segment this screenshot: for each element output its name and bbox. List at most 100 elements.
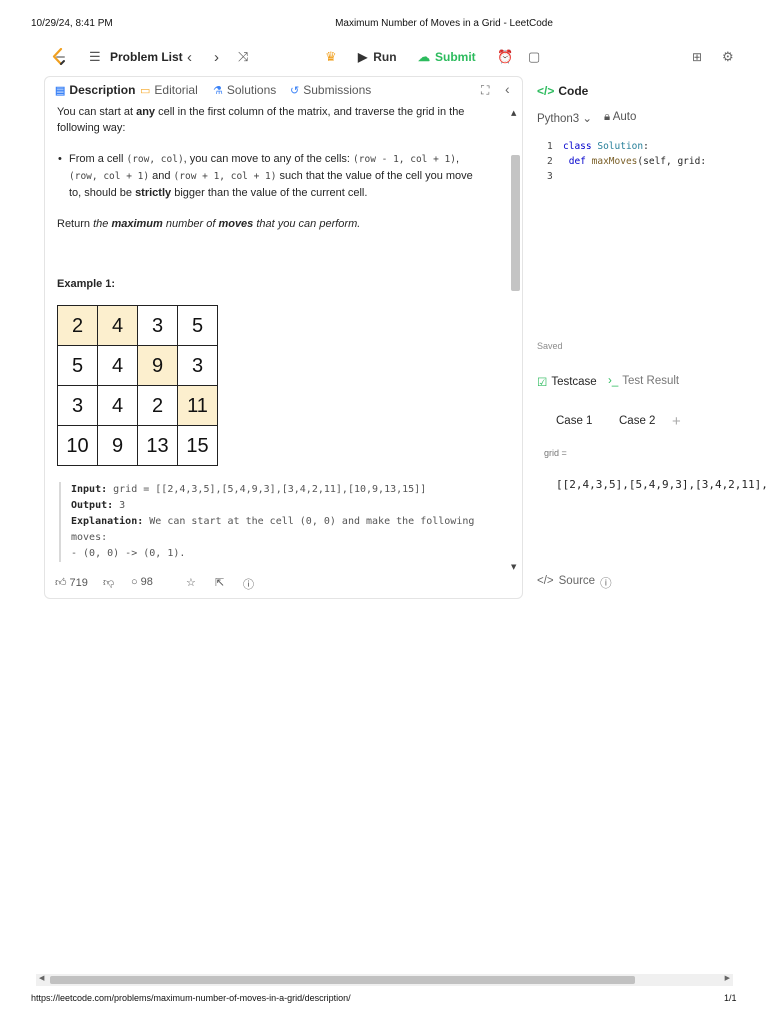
premium-icon[interactable]: ♛: [325, 44, 337, 70]
auto-toggle[interactable]: 🔒︎ Auto: [604, 111, 636, 124]
horizontal-scrollbar[interactable]: ◀ ▶: [36, 974, 733, 986]
help-icon[interactable]: ⓘ: [243, 576, 254, 592]
auto-label: Auto: [612, 111, 637, 123]
output-value: 3: [113, 500, 126, 511]
scroll-up-arrow-icon[interactable]: ▲: [511, 109, 516, 117]
run-label: Run: [373, 50, 397, 64]
shuffle-icon[interactable]: ⤨: [238, 44, 248, 70]
dislike-button[interactable]: 👎︎: [103, 576, 114, 589]
description-panel: ▤ Description ▭ Editorial ⚗ Solutions ↺ …: [44, 76, 523, 599]
case-2-tab[interactable]: Case 2: [619, 415, 655, 427]
play-icon: ▶: [358, 50, 368, 64]
upload-cloud-icon: ☁: [418, 50, 430, 64]
grid-cell: 4: [97, 385, 138, 426]
share-icon[interactable]: ⇱: [215, 576, 224, 589]
input-label: Input:: [71, 484, 108, 495]
description-bullet: From a cell (row, col), you can move to …: [57, 151, 487, 201]
description-scrollbar[interactable]: ▲ ▼: [509, 105, 521, 571]
comment-icon: ○: [131, 576, 138, 588]
checkbox-icon: ☑: [537, 377, 548, 389]
panel-tabs: ▤ Description ▭ Editorial ⚗ Solutions ↺ …: [45, 77, 522, 104]
grid-cell: 10: [57, 425, 98, 466]
text-run: , you can move to any of the cells:: [183, 153, 354, 165]
tab-solutions[interactable]: ⚗ Solutions: [213, 83, 276, 97]
code-line: 1 class Solution:: [537, 139, 768, 154]
layout-icon[interactable]: ⊞: [692, 44, 702, 70]
inline-code: (row, col): [126, 154, 184, 165]
lock-icon: 🔒︎: [604, 111, 611, 123]
list-icon[interactable]: ☰: [89, 44, 105, 70]
horizontal-scroll-thumb[interactable]: [50, 976, 635, 984]
tab-editorial-label: Editorial: [154, 83, 198, 97]
example-move-line: - (0, 0) -> (0, 1).: [71, 548, 186, 559]
scroll-right-arrow-icon[interactable]: ▶: [725, 974, 730, 982]
chevron-left-icon[interactable]: ‹: [505, 81, 510, 97]
case-1-tab[interactable]: Case 1: [556, 415, 592, 427]
chevron-right-icon[interactable]: ›: [214, 44, 219, 70]
tab-solutions-label: Solutions: [226, 83, 277, 97]
example-block: Input: grid = [[2,4,3,5],[5,4,9,3],[3,4,…: [59, 482, 499, 562]
scroll-thumb[interactable]: [511, 155, 520, 291]
line-number: 1: [547, 141, 553, 152]
editorial-icon: ▭: [140, 84, 151, 97]
grid-cell: 4: [97, 305, 138, 346]
example-grid-image: 2 4 3 5 5 4 9 3 3 4 2 11 10 9 13 15: [57, 305, 218, 466]
grid-cell: 4: [97, 345, 138, 386]
example-explanation-line: Explanation: We can start at the cell (0…: [71, 514, 499, 546]
tab-test-result[interactable]: ›_ Test Result: [608, 375, 679, 387]
text-bold: strictly: [135, 187, 172, 199]
text-run: Return: [57, 218, 94, 230]
grid-cell: 2: [57, 305, 98, 346]
source-button[interactable]: </> Source ⓘ: [537, 575, 612, 591]
grid-param-input[interactable]: [[2,4,3,5],[5,4,9,3],[3,4,2,11],[10,9,13…: [556, 478, 768, 491]
explanation-label: Explanation:: [71, 516, 144, 527]
tab-editorial[interactable]: ▭ Editorial: [140, 83, 198, 97]
plus-icon[interactable]: +: [672, 413, 681, 430]
gear-icon[interactable]: ⚙: [722, 44, 734, 70]
tab-description[interactable]: ▤ Description: [55, 83, 135, 97]
code-icon: </>: [537, 575, 554, 587]
grid-cell: 3: [57, 385, 98, 426]
description-paragraph-2: Return the maximum number of moves that …: [57, 216, 360, 232]
grid-cell: 3: [137, 305, 178, 346]
alarm-icon[interactable]: ⏰: [497, 44, 513, 70]
submit-button[interactable]: ☁ Submit: [418, 44, 476, 70]
submit-label: Submit: [435, 50, 476, 64]
example-input-line: Input: grid = [[2,4,3,5],[5,4,9,3],[3,4,…: [71, 482, 499, 498]
note-icon[interactable]: ▢: [528, 44, 540, 70]
grid-cell: 3: [177, 345, 218, 386]
print-page-title: Maximum Number of Moves in a Grid - Leet…: [335, 18, 553, 29]
saved-status: Saved: [537, 341, 563, 351]
language-select[interactable]: Python3 ⌄: [537, 111, 592, 125]
text-run: bigger than the value of the current cel…: [171, 187, 368, 199]
code-line: 2 def maxMoves(self, grid:: [537, 154, 768, 169]
run-button[interactable]: ▶ Run: [358, 44, 397, 70]
chevron-left-icon[interactable]: ‹: [187, 44, 192, 70]
text-run: From a cell: [69, 153, 127, 165]
grid-row: 5493: [57, 345, 218, 386]
tab-testcase[interactable]: ☑ Testcase: [537, 375, 597, 389]
print-header: 10/29/24, 8:41 PM Maximum Number of Move…: [0, 18, 768, 34]
leetcode-logo-icon[interactable]: [51, 44, 73, 70]
problem-list-link[interactable]: Problem List: [110, 44, 183, 70]
language-value: Python3: [537, 113, 580, 125]
code-panel: </> Code Python3 ⌄ 🔒︎ Auto 1 class Soluti…: [530, 76, 768, 599]
code-editor[interactable]: 1 class Solution: 2 def maxMoves(self, gr…: [537, 139, 768, 184]
scroll-down-arrow-icon[interactable]: ▼: [511, 563, 516, 571]
tab-submissions-label: Submissions: [303, 83, 372, 97]
text-italic: the: [93, 218, 112, 230]
tab-testcase-label: Testcase: [551, 376, 597, 388]
history-icon: ↺: [290, 84, 300, 97]
print-footer: https://leetcode.com/problems/maximum-nu…: [0, 993, 768, 1007]
text-bold-italic: moves: [218, 218, 254, 230]
grid-cell: 13: [137, 425, 178, 466]
tab-submissions[interactable]: ↺ Submissions: [290, 83, 371, 97]
thumbs-up-icon: 👍︎: [55, 577, 67, 589]
scroll-left-arrow-icon[interactable]: ◀: [39, 974, 44, 982]
code-icon: </>: [537, 84, 555, 98]
grid-cell: 5: [177, 305, 218, 346]
comments-button[interactable]: ○ 98: [131, 576, 153, 588]
expand-icon[interactable]: ⛶: [481, 83, 489, 98]
like-button[interactable]: 👍︎ 719: [55, 576, 88, 590]
star-icon[interactable]: ☆: [186, 576, 196, 589]
